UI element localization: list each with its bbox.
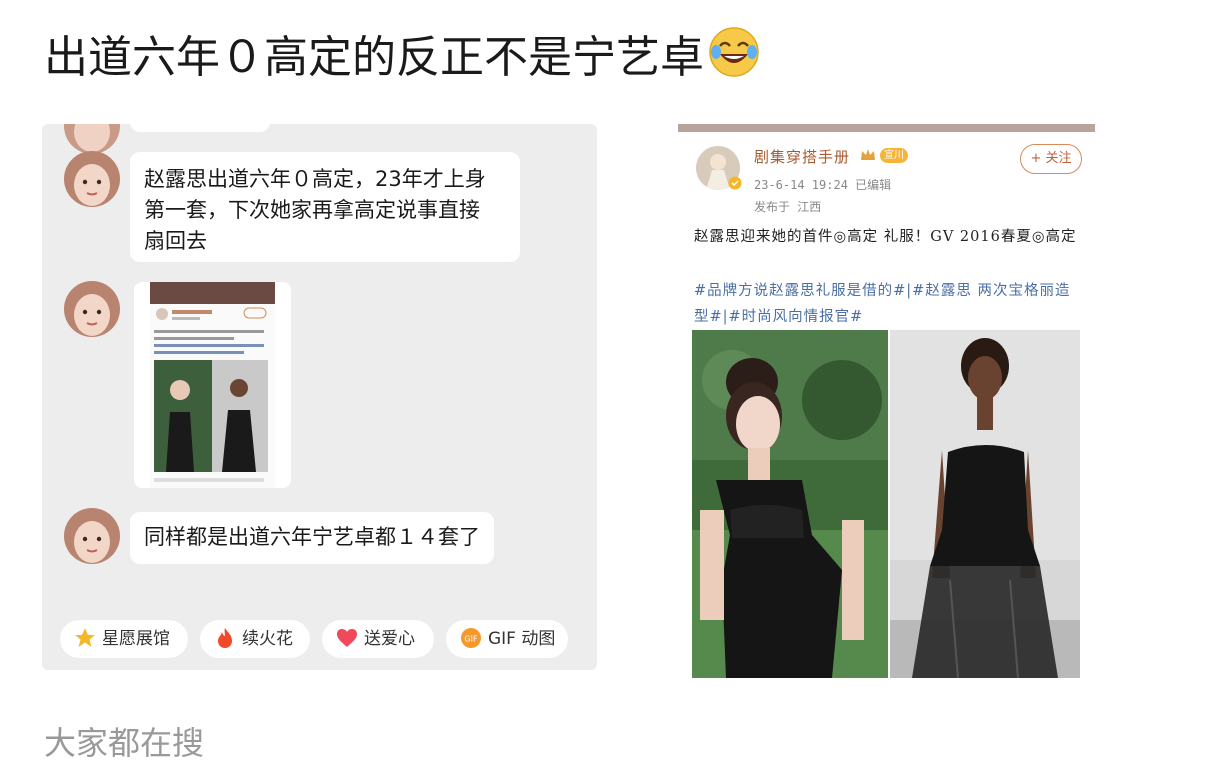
message-text: 同样都是出道六年宁艺卓都１４套了 <box>144 525 480 549</box>
message-line: 赵露思出道六年０高定，23年才上身 <box>144 167 486 191</box>
toolbar-label: 送爱心 <box>364 629 415 649</box>
post-author-name[interactable]: 剧集穿搭手册 <box>754 146 850 167</box>
image-thumbnail[interactable] <box>134 282 291 488</box>
weibo-post-screenshot: 剧集穿搭手册 宣川 23-6-14 19:24 已编辑 发布于 江西 + 关注 … <box>678 124 1095 678</box>
toolbar-label: 续火花 <box>242 629 293 649</box>
chat-bubble-partial <box>130 124 270 132</box>
toolbar-label: GIF 动图 <box>488 629 556 649</box>
section-heading: 大家都在搜 <box>44 724 205 762</box>
fire-icon <box>218 628 232 648</box>
badge-text: 宣川 <box>884 150 904 161</box>
post-location: 发布于 江西 <box>754 200 822 214</box>
message-line: 扇回去 <box>144 229 207 253</box>
star-icon <box>75 628 95 647</box>
avatar <box>64 281 120 337</box>
toolbar-button-gif[interactable]: GIF GIF 动图 <box>446 620 568 658</box>
page-title: 出道六年０高定的反正不是宁艺卓 <box>44 26 760 88</box>
heart-icon <box>337 629 357 647</box>
avatar <box>64 151 120 207</box>
chat-bubble: 赵露思出道六年０高定，23年才上身 第一套，下次她家再拿高定说事直接 扇回去 <box>130 152 520 262</box>
post-badge: 宣川 <box>880 148 908 163</box>
avatar <box>64 124 120 154</box>
chat-bubble: 同样都是出道六年宁艺卓都１４套了 <box>130 512 494 564</box>
post-photo-left[interactable] <box>692 330 888 678</box>
post-hashtags[interactable]: #品牌方说赵露思礼服是借的#|#赵露思 两次宝格丽造型#|#时尚风向情报官# <box>694 278 1084 330</box>
follow-button[interactable]: + 关注 <box>1020 144 1082 174</box>
toolbar-label: 星愿展馆 <box>102 629 170 649</box>
svg-text:GIF: GIF <box>464 635 478 644</box>
post-photo-right[interactable] <box>890 330 1080 678</box>
gif-icon: GIF <box>461 628 481 648</box>
message-line: 第一套，下次她家再拿高定说事直接 <box>144 198 480 222</box>
title-text: 出道六年０高定的反正不是宁艺卓 <box>44 32 704 83</box>
post-top-bar <box>678 124 1095 132</box>
post-time: 23-6-14 19:24 已编辑 <box>754 178 892 192</box>
post-text: 赵露思迎来她的首件◎高定 礼服！GV 2016春夏◎高定 <box>694 229 1077 245</box>
toolbar-button-send-love[interactable]: 送爱心 <box>322 620 434 658</box>
chat-screenshot: 赵露思出道六年０高定，23年才上身 第一套，下次她家再拿高定说事直接 扇回去 同… <box>42 124 597 670</box>
toolbar-button-wish-gallery[interactable]: 星愿展馆 <box>60 620 188 658</box>
laughing-emoji-icon <box>709 27 759 77</box>
avatar <box>64 508 120 564</box>
crown-icon <box>861 149 875 160</box>
verified-icon <box>728 176 742 190</box>
toolbar-button-spark[interactable]: 续火花 <box>200 620 310 658</box>
